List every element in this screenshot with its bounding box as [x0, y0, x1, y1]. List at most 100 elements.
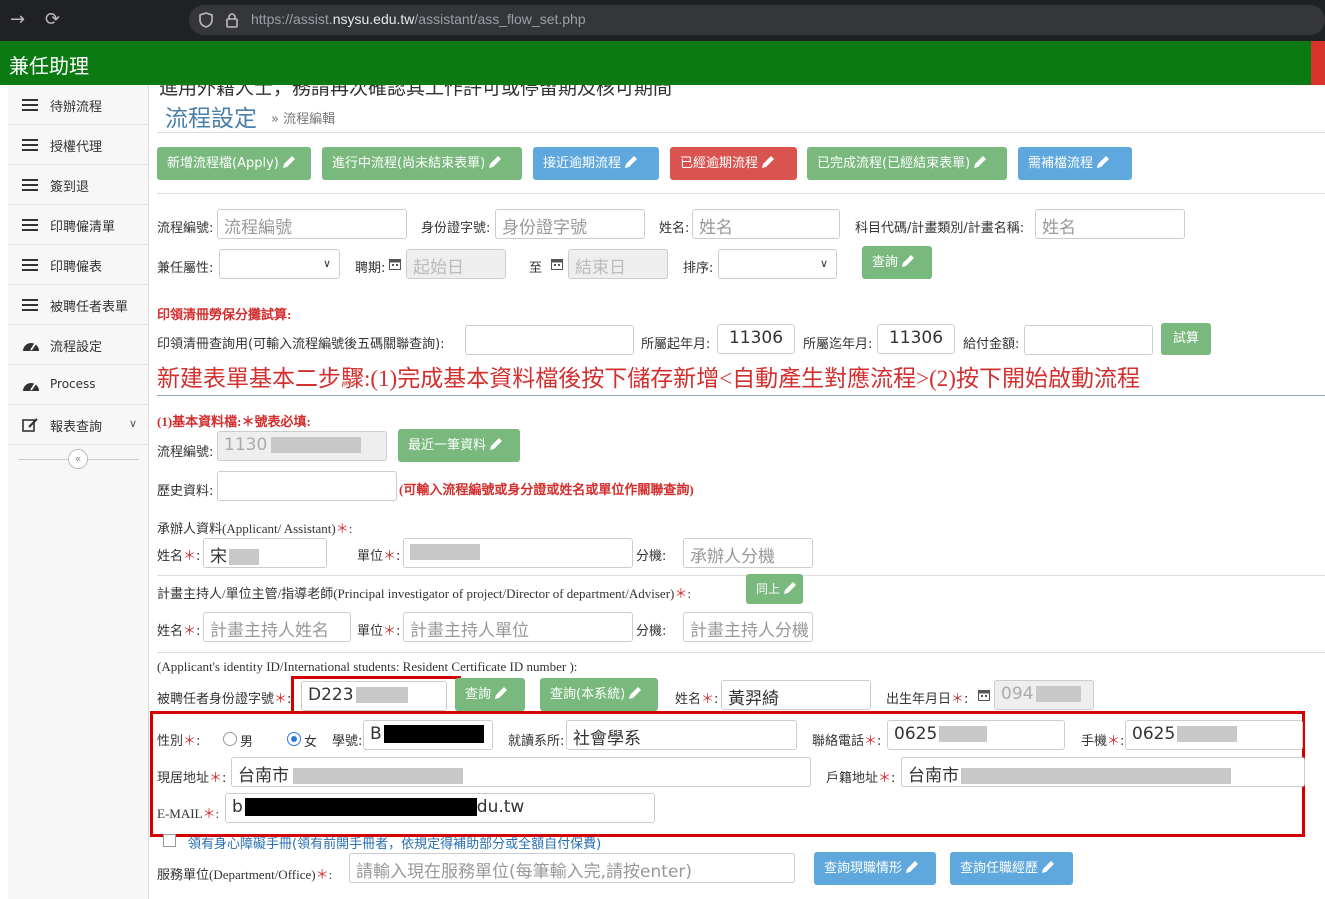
sidebar-item-flow-settings[interactable]: 流程設定 [8, 325, 149, 365]
sidebar-item-process[interactable]: Process [8, 365, 149, 405]
header-red-tab[interactable] [1311, 41, 1325, 85]
list-icon [22, 299, 38, 311]
page-title: 流程設定 [165, 106, 257, 132]
query-job-button[interactable]: 查詢現職情形 [814, 852, 936, 885]
pencil-icon [625, 156, 638, 168]
sidebar-item-checkin[interactable]: 簽到退 [8, 165, 149, 205]
gender-male-radio[interactable] [223, 732, 237, 746]
name-label: 姓名: [659, 221, 690, 236]
pi-name-input[interactable]: 計畫主持人姓名 [203, 612, 351, 642]
sidebar-item-delegate[interactable]: 授權代理 [8, 125, 149, 165]
query-history-button[interactable]: 查詢任職經歷 [950, 852, 1073, 885]
history-label: 歷史資料: [157, 484, 214, 499]
dept-input[interactable]: 社會學系 [566, 720, 797, 750]
applicant-unit-input[interactable] [403, 538, 633, 568]
id-label: 身份證字號: [421, 221, 491, 236]
employee-query-local-button[interactable]: 查詢(本系統) [540, 678, 658, 711]
pi-unit-input[interactable]: 計畫主持人單位 [403, 612, 633, 642]
completed-flow-button[interactable]: 已完成流程(已經結束表單) [807, 147, 1007, 180]
reg-address-input[interactable]: 台南市 [901, 757, 1305, 787]
end-date-input[interactable]: 結束日 [568, 249, 668, 279]
latest-record-button[interactable]: 最近一筆資料 [398, 429, 520, 462]
calculate-button[interactable]: 試算 [1161, 323, 1211, 355]
dashboard-icon [23, 383, 39, 391]
sidebar-item-label: 簽到退 [50, 180, 90, 195]
near-overdue-flow-button[interactable]: 接近逾期流程 [533, 147, 659, 180]
applicant-ext-input[interactable]: 承辦人分機 [683, 538, 813, 568]
phone-input[interactable]: 0625 [887, 720, 1065, 750]
sidebar-item-print-list[interactable]: 印聘僱清單 [8, 205, 149, 245]
to-month-input[interactable]: 11306 [877, 324, 955, 354]
attr-select[interactable]: ∨ [219, 249, 340, 279]
collapse-sidebar-button[interactable]: « [68, 449, 88, 469]
address-bar[interactable]: https://assist.nsysu.edu.tw/assistant/as… [189, 5, 1325, 35]
mobile-input[interactable]: 0625 [1125, 720, 1303, 750]
sidebar-item-label: 流程設定 [50, 340, 103, 355]
gender-female-label: 女 [304, 735, 318, 750]
applicant-heading: 承辦人資料(Applicant/ Assistant)＊: [157, 521, 353, 536]
amount-input[interactable] [1024, 325, 1153, 355]
email-input[interactable]: b du.tw [225, 793, 655, 823]
pencil-icon [629, 687, 642, 699]
divider [157, 193, 1325, 194]
start-date-input[interactable]: 起始日 [406, 249, 506, 279]
reload-icon[interactable]: ⟳ [45, 10, 60, 30]
sidebar-item-todo[interactable]: 待辦流程 [8, 85, 149, 125]
flow-no-label: 流程編號: [157, 221, 214, 236]
to-label: 至 [529, 261, 543, 276]
sidebar-item-print-form[interactable]: 印聘僱表 [8, 245, 149, 285]
chevron-down-icon: ∨ [819, 257, 828, 270]
from-month-label: 所屬起年月: [641, 337, 711, 352]
email-label: E-MAIL＊: [157, 806, 220, 821]
address-label: 現居地址＊: [157, 771, 227, 786]
highlight-box-id [291, 676, 461, 714]
address-input[interactable]: 台南市 [231, 757, 811, 787]
employee-query-button[interactable]: 查詢 [455, 678, 525, 711]
disability-checkbox[interactable] [163, 834, 176, 847]
overdue-flow-button[interactable]: 已經逾期流程 [670, 147, 797, 180]
app-brand[interactable]: 兼任助理 [9, 50, 89, 79]
name-input[interactable]: 姓名 [692, 209, 840, 239]
student-no-input[interactable]: B [363, 720, 493, 750]
supplement-flow-button[interactable]: 需補檔流程 [1018, 147, 1132, 180]
applicant-name-input[interactable]: 宋 [203, 538, 327, 568]
dept-label: 就讀系所: [508, 734, 565, 749]
history-input[interactable] [217, 471, 397, 501]
service-input[interactable]: 請輸入現在服務單位(每筆輸入完,請按enter) [349, 853, 795, 883]
sidebar-item-reports[interactable]: 報表查詢 ∨ [8, 405, 149, 445]
pi-heading: 計畫主持人/單位主管/指導老師(Principal investigator o… [157, 586, 692, 601]
employee-id-label: 被聘任者身份證字號＊: [157, 692, 292, 707]
employee-id-note: (Applicant's identity ID/International s… [157, 659, 578, 674]
pi-ext-input[interactable]: 計畫主持人分機 [683, 612, 813, 642]
id-input[interactable]: 身份證字號 [495, 209, 645, 239]
labor-query-input[interactable] [465, 325, 634, 355]
edit-icon [22, 418, 38, 432]
pencil-icon [1042, 861, 1055, 873]
subject-input[interactable]: 姓名 [1035, 209, 1185, 239]
sidebar-item-label: Process [50, 377, 96, 391]
search-query-button[interactable]: 查詢 [862, 246, 932, 279]
applicant-unit-label: 單位＊: [357, 549, 401, 564]
list-icon [22, 99, 38, 111]
pi-ext-label: 分機: [636, 624, 667, 639]
basic-heading: (1)基本資料檔:＊號表必填: [157, 414, 311, 429]
from-month-input[interactable]: 11306 [717, 324, 795, 354]
employee-birth-input[interactable]: 094 [994, 680, 1094, 710]
divider [157, 575, 1325, 576]
amount-label: 給付金額: [963, 337, 1020, 352]
gender-female-radio[interactable] [287, 732, 301, 746]
new-flow-button[interactable]: 新增流程檔(Apply) [157, 147, 311, 180]
forward-icon[interactable]: → [10, 10, 25, 30]
disability-note: 領有身心障礙手冊(領有前開手冊者，依規定得補助部分或全額自付保費) [188, 837, 602, 852]
sort-select[interactable]: ∨ [718, 249, 837, 279]
in-progress-flow-button[interactable]: 進行中流程(尚未結束表單) [322, 147, 522, 180]
main-content: 進用外籍人士，務請再次確認其工作許可或停留期及核可期間 流程設定 » 流程編輯 … [149, 85, 1325, 899]
service-label: 服務單位(Department/Office)＊: [157, 867, 333, 882]
shield-icon [199, 12, 213, 28]
same-as-above-button[interactable]: 同上 [746, 574, 803, 604]
employee-name-input[interactable]: 黃羿綺 [721, 680, 871, 710]
lock-icon [226, 13, 238, 28]
pencil-icon [762, 156, 775, 168]
flow-no-input[interactable]: 流程編號 [217, 209, 407, 239]
sidebar-item-employee-form[interactable]: 被聘任者表單 [8, 285, 149, 325]
